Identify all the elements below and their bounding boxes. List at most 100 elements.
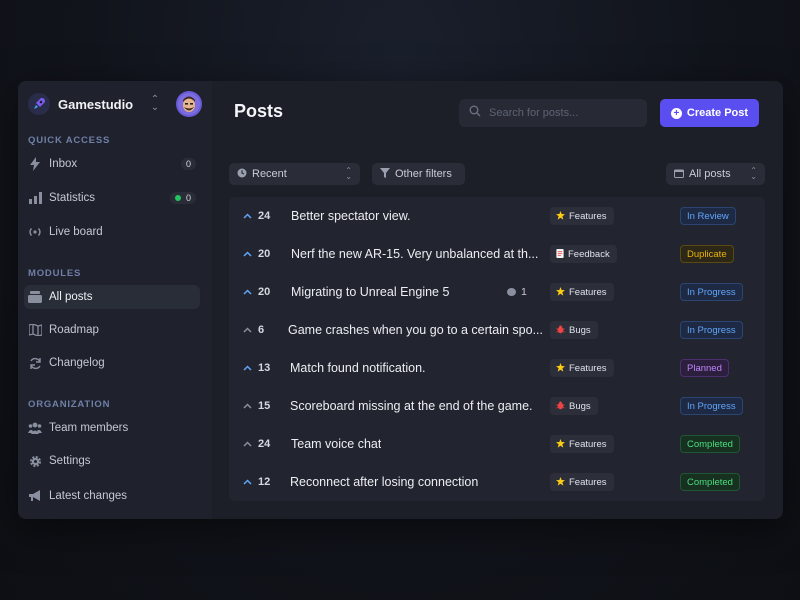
star-icon [556, 476, 565, 488]
chevron-updown-icon: ⌃ ⌄ [750, 166, 757, 181]
post-row[interactable]: 13 Match found notification. Features Plann… [229, 349, 765, 387]
post-title[interactable]: Migrating to Unreal Engine 5 [291, 285, 449, 299]
post-title[interactable]: Reconnect after losing connection [290, 475, 478, 489]
quick-access-title: QUICK ACCESS [28, 135, 111, 146]
category-tag[interactable]: Features [550, 207, 614, 225]
organization-title: ORGANIZATION [28, 399, 111, 410]
post-title[interactable]: Scoreboard missing at the end of the gam… [290, 399, 533, 413]
filter-bar: Recent ⌃ ⌄ Other filters All posts ⌃ ⌄ [229, 163, 766, 185]
comment-icon [507, 288, 516, 296]
post-title[interactable]: Game crashes when you go to a certain sp… [288, 323, 543, 337]
sort-label: Recent [252, 168, 287, 180]
post-row[interactable]: 15 Scoreboard missing at the end of the g… [229, 387, 765, 425]
chevron-up-icon [243, 286, 252, 298]
create-post-button[interactable]: + Create Post [660, 99, 759, 127]
upvote-button[interactable]: 13 [243, 362, 270, 374]
category-label: Features [569, 476, 607, 488]
sidebar-item-live-board[interactable]: Live board [24, 220, 200, 244]
sidebar-item-team-members[interactable]: Team members [24, 416, 200, 440]
gear-icon [28, 454, 42, 468]
status-badge[interactable]: In Progress [680, 283, 743, 301]
status-badge[interactable]: In Review [680, 207, 736, 225]
sidebar-item-inbox[interactable]: Inbox 0 [24, 152, 200, 176]
main-content: Posts + Create Post Recent ⌃⌄ Other filt… [212, 81, 783, 519]
post-title[interactable]: Match found notification. [290, 361, 426, 375]
chevron-up-icon [243, 438, 252, 450]
upvote-button[interactable]: 12 [243, 476, 270, 488]
star-icon [556, 210, 565, 222]
bug-icon [556, 401, 565, 412]
upvote-button[interactable]: 6 [243, 324, 264, 336]
status-label: In Progress [687, 400, 736, 412]
vote-count: 20 [258, 248, 271, 260]
create-post-label: Create Post [686, 107, 749, 119]
category-label: Feedback [568, 248, 610, 260]
post-title[interactable]: Better spectator view. [291, 209, 411, 223]
category-tag[interactable]: Bugs [550, 321, 598, 339]
status-label: In Progress [687, 286, 736, 298]
post-title[interactable]: Nerf the new AR-15. Very unbalanced at t… [291, 247, 538, 261]
status-badge[interactable]: In Progress [680, 397, 743, 415]
post-title[interactable]: Team voice chat [291, 437, 381, 451]
vote-count: 20 [258, 286, 271, 298]
other-filters-button[interactable]: Other filters [372, 163, 465, 185]
vote-count: 13 [258, 362, 271, 374]
post-row[interactable]: 24 Team voice chat Features Completed [229, 425, 765, 463]
category-label: Features [569, 286, 607, 298]
sidebar-item-roadmap[interactable]: Roadmap [24, 318, 200, 342]
post-row[interactable]: 12 Reconnect after losing connection Featu… [229, 463, 765, 501]
sidebar-item-settings[interactable]: Settings [24, 449, 200, 473]
category-tag[interactable]: Features [550, 473, 614, 491]
sidebar-item-latest-changes[interactable]: Latest changes [24, 484, 200, 508]
status-label: Planned [687, 362, 722, 374]
star-icon [556, 438, 565, 450]
star-icon [556, 362, 565, 374]
category-tag[interactable]: Features [550, 435, 614, 453]
workspace-switcher[interactable]: Gamestudio ⌃ ⌄ [18, 91, 212, 117]
search-icon [469, 104, 481, 122]
comment-count[interactable]: 1 [507, 286, 527, 298]
chevron-up-icon [243, 400, 252, 412]
sidebar-item-changelog[interactable]: Changelog [24, 351, 200, 375]
vote-count: 15 [258, 400, 271, 412]
sidebar-item-all-posts[interactable]: All posts [24, 285, 200, 309]
other-filters-label: Other filters [395, 168, 452, 180]
upvote-button[interactable]: 20 [243, 248, 270, 260]
upvote-button[interactable]: 20 [243, 286, 270, 298]
status-badge[interactable]: In Progress [680, 321, 743, 339]
sidebar-item-statistics[interactable]: Statistics 0 [24, 186, 200, 210]
vote-count: 24 [258, 210, 271, 222]
category-tag[interactable]: Features [550, 283, 614, 301]
bolt-icon [28, 157, 42, 171]
app-window: Gamestudio ⌃ ⌄ QUICK ACCESS Inbox 0 Stati… [18, 81, 783, 519]
calendar-icon [674, 168, 684, 181]
status-badge[interactable]: Duplicate [680, 245, 734, 263]
post-row[interactable]: 20 Migrating to Unreal Engine 5 1 Features I… [229, 273, 765, 311]
sidebar-item-label: Statistics [49, 192, 96, 204]
avatar[interactable] [176, 91, 202, 117]
status-label: Completed [687, 438, 733, 450]
sidebar-item-label: Settings [49, 455, 91, 467]
status-badge[interactable]: Planned [680, 359, 729, 377]
status-badge[interactable]: Completed [680, 473, 740, 491]
search-input[interactable] [489, 107, 637, 119]
status-label: In Review [687, 210, 729, 222]
search-box[interactable] [459, 99, 647, 127]
status-badge[interactable]: Completed [680, 435, 740, 453]
post-row[interactable]: 24 Better spectator view. Features In Revie… [229, 197, 765, 235]
stack-icon [28, 290, 42, 304]
statistics-count: 0 [185, 193, 191, 203]
category-tag[interactable]: Bugs [550, 397, 598, 415]
chevron-up-icon [243, 324, 252, 336]
sort-select[interactable]: Recent ⌃ ⌄ [229, 163, 360, 185]
view-select[interactable]: All posts ⌃ ⌄ [666, 163, 765, 185]
chevron-updown-icon[interactable]: ⌃ ⌄ [149, 95, 161, 113]
category-tag[interactable]: Feedback [550, 245, 617, 263]
sidebar-item-label: Inbox [49, 158, 78, 170]
post-row[interactable]: 20 Nerf the new AR-15. Very unbalanced at… [229, 235, 765, 273]
category-tag[interactable]: Features [550, 359, 614, 377]
upvote-button[interactable]: 24 [243, 210, 270, 222]
upvote-button[interactable]: 24 [243, 438, 270, 450]
post-row[interactable]: 6 Game crashes when you go to a certain s… [229, 311, 765, 349]
upvote-button[interactable]: 15 [243, 400, 270, 412]
